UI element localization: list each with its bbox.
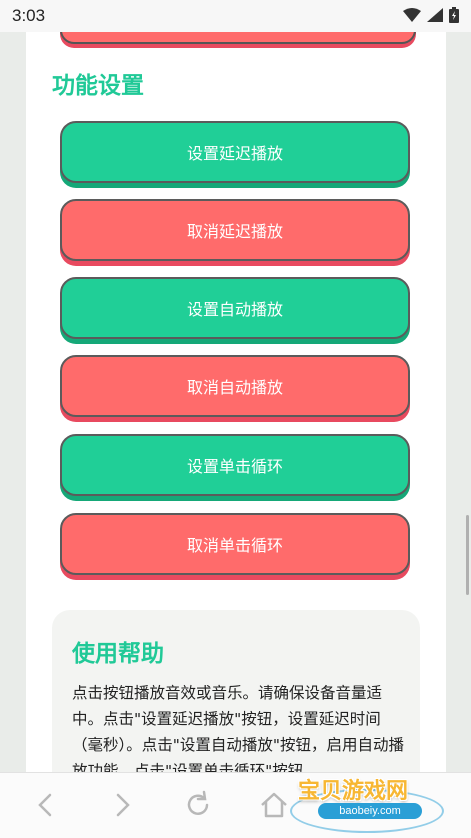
button-label: 设置单击循环 — [186, 457, 283, 476]
wifi-icon — [403, 8, 421, 22]
button-label: 设置自动播放 — [186, 300, 283, 319]
back-icon[interactable] — [28, 787, 64, 823]
button-label: 取消自动播放 — [186, 378, 283, 397]
help-title: 使用帮助 — [72, 641, 164, 667]
set-delay-play-button[interactable]: 设置延迟播放 — [60, 121, 410, 183]
set-auto-play-button[interactable]: 设置自动播放 — [60, 277, 410, 339]
cancel-delay-play-button[interactable]: 取消延迟播放 — [60, 199, 410, 261]
home-icon[interactable] — [256, 787, 292, 823]
status-time: 3:03 — [12, 6, 46, 25]
main-card: 功能设置 设置延迟播放 取消延迟播放 设置自动播放 取消自动播放 设置单击循环 … — [26, 32, 446, 772]
help-section: 使用帮助 点击按钮播放音效或音乐。请确保设备音量适中。点击"设置延迟播放"按钮，… — [52, 610, 420, 772]
cancel-click-loop-button[interactable]: 取消单击循环 — [60, 513, 410, 575]
watermark-logo: 宝贝游戏网 baobeiy.com — [290, 765, 444, 833]
settings-title: 功能设置 — [52, 73, 144, 99]
partial-button[interactable] — [60, 32, 416, 44]
refresh-icon[interactable] — [180, 787, 216, 823]
scrollbar[interactable] — [466, 515, 469, 595]
forward-icon[interactable] — [104, 787, 140, 823]
status-icons — [403, 7, 459, 23]
watermark-url: baobeiy.com — [318, 803, 422, 819]
watermark-brand: 宝贝游戏网 — [298, 779, 409, 804]
button-label: 取消单击循环 — [186, 536, 283, 555]
button-label: 设置延迟播放 — [186, 144, 283, 163]
battery-icon — [449, 7, 459, 23]
signal-icon — [427, 8, 443, 22]
help-text: 点击按钮播放音效或音乐。请确保设备音量适中。点击"设置延迟播放"按钮，设置延迟时… — [72, 684, 405, 772]
button-label: 取消延迟播放 — [186, 222, 283, 241]
status-bar: 3:03 — [0, 0, 471, 32]
set-click-loop-button[interactable]: 设置单击循环 — [60, 434, 410, 496]
cancel-auto-play-button[interactable]: 取消自动播放 — [60, 355, 410, 417]
